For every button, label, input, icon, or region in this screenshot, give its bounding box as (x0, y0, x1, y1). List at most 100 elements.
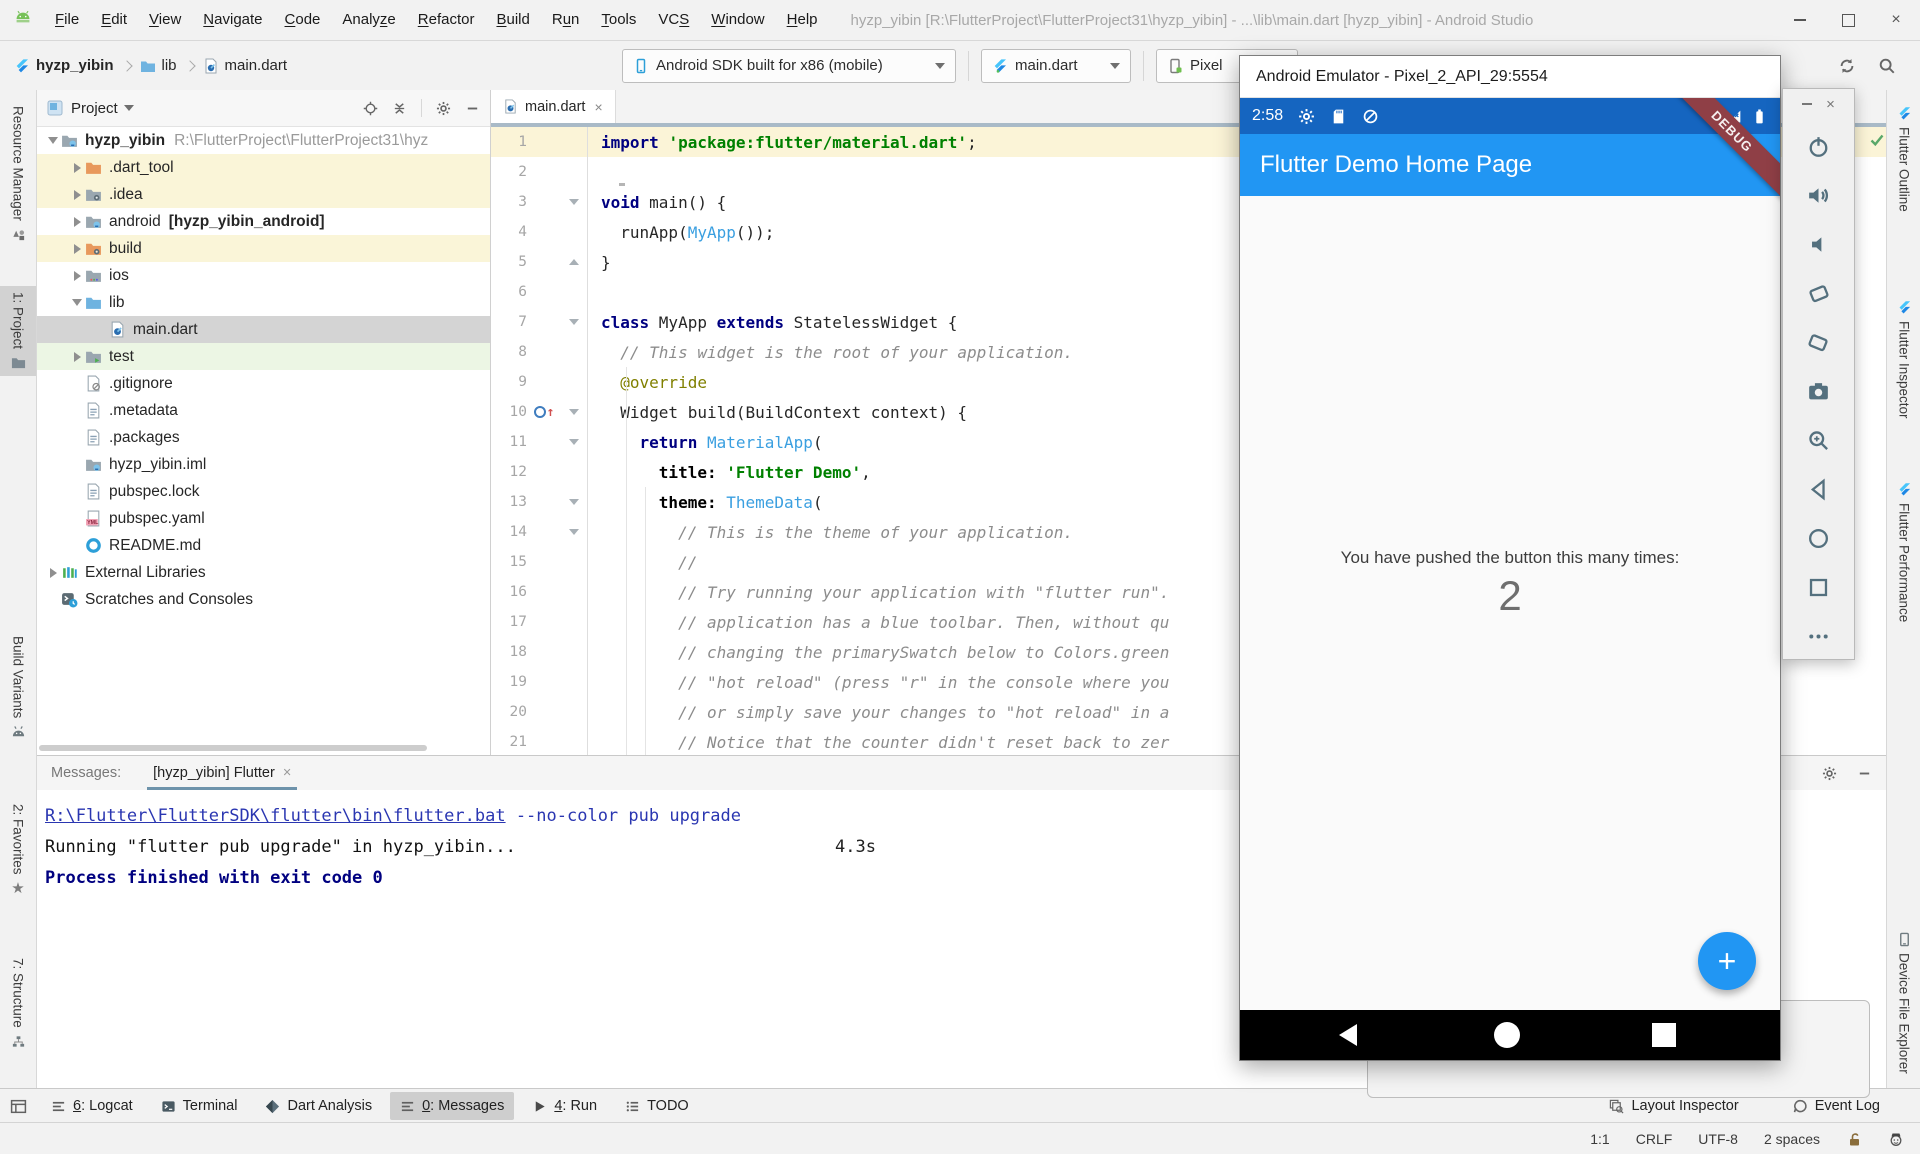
menu-item-file[interactable]: File (44, 0, 90, 40)
tool-button-terminal[interactable]: Terminal (151, 1092, 248, 1120)
emu-nav-home-button[interactable] (1807, 527, 1830, 555)
code-line-text[interactable]: // Notice that the counter didn't reset … (587, 733, 1169, 752)
fold-toggle[interactable] (561, 259, 587, 265)
code-line-text[interactable]: // changing the primarySwatch below to C… (587, 643, 1169, 662)
menu-item-vcs[interactable]: VCS (647, 0, 700, 40)
code-line-text[interactable]: // "hot reload" (press "r" in the consol… (587, 673, 1169, 692)
code-line-text[interactable]: void main() { (587, 193, 726, 212)
sidebar-item-build-variants[interactable]: Build Variants (0, 630, 36, 745)
tool-button-dart-analysis[interactable]: Dart Analysis (255, 1092, 382, 1120)
code-line-text[interactable]: // This widget is the root of your appli… (587, 343, 1073, 362)
tab-close-icon[interactable]: × (283, 765, 291, 781)
code-line-text[interactable] (587, 163, 615, 182)
tree-chevron-icon[interactable] (69, 163, 85, 173)
tree-item-ios[interactable]: ios (37, 262, 490, 289)
tree-chevron-icon[interactable] (69, 190, 85, 200)
sidebar-item-7-structure[interactable]: 7: Structure (0, 952, 36, 1055)
tree-item-hyzp-yibin[interactable]: hyzp_yibinR:\FlutterProject\FlutterProje… (37, 127, 490, 154)
code-line-text[interactable]: // This is the theme of your application… (587, 523, 1073, 542)
breadcrumb-item-main.dart[interactable]: main.dart (225, 57, 288, 74)
project-panel-title[interactable]: Project (71, 100, 118, 117)
search-icon[interactable] (1878, 57, 1896, 75)
tree-item-android[interactable]: android[hyzp_yibin_android] (37, 208, 490, 235)
close-icon[interactable]: × (1826, 97, 1835, 112)
flutter-bat-link[interactable]: R:\Flutter\FlutterSDK\flutter\bin\flutte… (45, 806, 506, 826)
device-selector[interactable]: Android SDK built for x86 (mobile) (622, 49, 956, 83)
horizontal-scrollbar[interactable] (39, 745, 427, 751)
hide-panel-icon[interactable] (465, 101, 480, 116)
menu-item-navigate[interactable]: Navigate (192, 0, 273, 40)
sidebar-item-flutter-outline[interactable]: Flutter Outline (1887, 100, 1920, 218)
unlocked-icon[interactable] (1846, 1131, 1862, 1147)
ide-fatal-errors-icon[interactable] (1888, 1131, 1904, 1147)
tree-item-main-dart[interactable]: main.dart (37, 316, 490, 343)
menu-item-run[interactable]: Run (541, 0, 591, 40)
tree-item-pubspec-yaml[interactable]: YMLpubspec.yaml (37, 505, 490, 532)
tree-item-pubspec-lock[interactable]: pubspec.lock (37, 478, 490, 505)
tab-close-icon[interactable]: × (594, 99, 602, 115)
code-line-text[interactable]: // application has a blue toolbar. Then,… (587, 613, 1169, 632)
code-line-text[interactable]: class MyApp extends StatelessWidget { (587, 313, 957, 332)
tab-main-dart[interactable]: main.dart × (491, 90, 616, 123)
status-line-separator[interactable]: CRLF (1636, 1131, 1673, 1147)
menu-item-analyze[interactable]: Analyze (331, 0, 406, 40)
status-encoding[interactable]: UTF-8 (1698, 1131, 1738, 1147)
code-line-text[interactable]: @override (587, 373, 707, 392)
menu-item-tools[interactable]: Tools (590, 0, 647, 40)
emu-nav-back-button[interactable] (1807, 478, 1830, 506)
tool-button-6-logcat[interactable]: 6: Logcat (41, 1092, 143, 1120)
emu-volume-down-button[interactable] (1807, 233, 1830, 261)
tree-item-build[interactable]: build (37, 235, 490, 262)
tool-button-0-messages[interactable]: 0: Messages (390, 1092, 514, 1120)
sidebar-item-resource-manager[interactable]: Resource Manager (0, 100, 36, 248)
sync-icon[interactable] (1838, 57, 1856, 75)
tree-item-scratches-and-consoles[interactable]: Scratches and Consoles (37, 586, 490, 613)
code-line-text[interactable]: runApp(MyApp()); (587, 223, 774, 242)
fold-toggle[interactable] (561, 319, 587, 325)
tree-item-hyzp-yibin-iml[interactable]: hyzp_yibin.iml (37, 451, 490, 478)
emu-more-button[interactable] (1807, 625, 1830, 653)
sidebar-item-2-favorites[interactable]: 2: Favorites★ (0, 798, 36, 902)
menu-item-edit[interactable]: Edit (90, 0, 138, 40)
tree-item--packages[interactable]: .packages (37, 424, 490, 451)
fold-toggle[interactable] (561, 199, 587, 205)
tree-item-test[interactable]: test (37, 343, 490, 370)
emulator-screen[interactable]: 2:58 Flutter Demo Home Page DEBUG You ha… (1240, 98, 1780, 1060)
code-line-text[interactable]: // or simply save your changes to "hot r… (587, 703, 1169, 722)
code-line-text[interactable]: } (587, 253, 611, 272)
fold-toggle[interactable] (561, 499, 587, 505)
tree-chevron-icon[interactable] (69, 217, 85, 227)
status-caret-position[interactable]: 1:1 (1590, 1131, 1609, 1147)
tree-item-external-libraries[interactable]: External Libraries (37, 559, 490, 586)
emu-camera-button[interactable] (1807, 380, 1830, 408)
tree-item--metadata[interactable]: .metadata (37, 397, 490, 424)
nav-home-icon[interactable] (1494, 1022, 1520, 1048)
menu-item-code[interactable]: Code (274, 0, 332, 40)
code-line-text[interactable]: import 'package:flutter/material.dart'; (587, 133, 977, 152)
breadcrumb-item-lib[interactable]: lib (162, 57, 177, 74)
tree-chevron-icon[interactable] (45, 137, 61, 144)
code-line-text[interactable]: Widget build(BuildContext context) { (587, 403, 967, 422)
tree-item--gitignore[interactable]: .gitignore (37, 370, 490, 397)
tree-chevron-icon[interactable] (69, 271, 85, 281)
close-button[interactable]: × (1872, 0, 1920, 40)
code-line-text[interactable]: // Try running your application with "fl… (587, 583, 1169, 602)
menu-item-help[interactable]: Help (776, 0, 829, 40)
tool-window-switcher-icon[interactable] (10, 1098, 27, 1115)
menu-item-refactor[interactable]: Refactor (407, 0, 486, 40)
locate-file-icon[interactable] (363, 101, 378, 116)
sidebar-item-flutter-performance[interactable]: Flutter Performance (1887, 476, 1920, 628)
sidebar-item-device-file-explorer[interactable]: Device File Explorer (1887, 926, 1920, 1080)
menu-item-view[interactable]: View (138, 0, 192, 40)
fold-toggle[interactable] (561, 529, 587, 535)
tree-chevron-icon[interactable] (69, 244, 85, 254)
emu-zoom-button[interactable] (1807, 429, 1830, 457)
emu-power-button[interactable] (1807, 135, 1830, 163)
minimize-icon[interactable] (1802, 103, 1812, 105)
collapse-all-icon[interactable] (392, 101, 407, 116)
emu-nav-overview-button[interactable] (1807, 576, 1830, 604)
tree-item-readme-md[interactable]: README.md (37, 532, 490, 559)
menu-item-build[interactable]: Build (485, 0, 540, 40)
fab-increment-button[interactable]: + (1698, 932, 1756, 990)
maximize-button[interactable] (1824, 0, 1872, 40)
